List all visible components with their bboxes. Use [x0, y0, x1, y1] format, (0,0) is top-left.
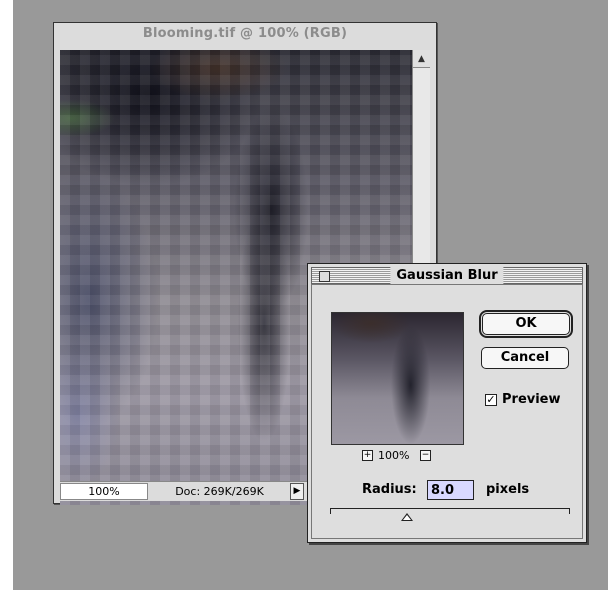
document-title[interactable]: Blooming.tif @ 100% (RGB)	[54, 23, 436, 45]
ok-button[interactable]: OK	[482, 313, 570, 335]
cancel-button[interactable]: Cancel	[481, 347, 569, 369]
zoom-out-icon[interactable]: −	[420, 450, 431, 461]
close-box-icon[interactable]	[319, 271, 330, 282]
preview-zoom-level: 100%	[378, 449, 410, 462]
dialog-titlebar[interactable]: Gaussian Blur	[311, 267, 583, 284]
scroll-up-arrow-icon[interactable]: ▲	[413, 50, 430, 68]
radius-slider-thumb-icon[interactable]	[401, 513, 413, 521]
preview-checkbox-row[interactable]: ✓ Preview	[485, 391, 580, 409]
zoom-in-icon[interactable]: +	[362, 450, 373, 461]
status-menu-arrow-icon[interactable]: ▶	[290, 483, 304, 500]
radius-slider-track[interactable]	[330, 508, 570, 514]
dialog-body: + 100% − OK Cancel ✓ Preview Radius: pix…	[311, 284, 583, 539]
radius-unit-label: pixels	[486, 482, 530, 497]
gaussian-blur-dialog: Gaussian Blur + 100% − OK Cancel ✓ Previ…	[307, 263, 587, 543]
preview-zoom-control: + 100% −	[362, 448, 442, 463]
radius-label: Radius:	[362, 482, 417, 497]
ok-button-default-ring: OK	[479, 310, 573, 338]
preview-label: Preview	[502, 392, 561, 407]
radius-input[interactable]	[427, 480, 474, 500]
preview-thumbnail[interactable]	[331, 312, 464, 445]
zoom-level-field[interactable]: 100%	[60, 483, 148, 500]
document-size-info: Doc: 269K/269K	[175, 485, 264, 498]
preview-checkbox[interactable]: ✓	[485, 394, 497, 406]
dialog-title: Gaussian Blur	[390, 267, 504, 284]
